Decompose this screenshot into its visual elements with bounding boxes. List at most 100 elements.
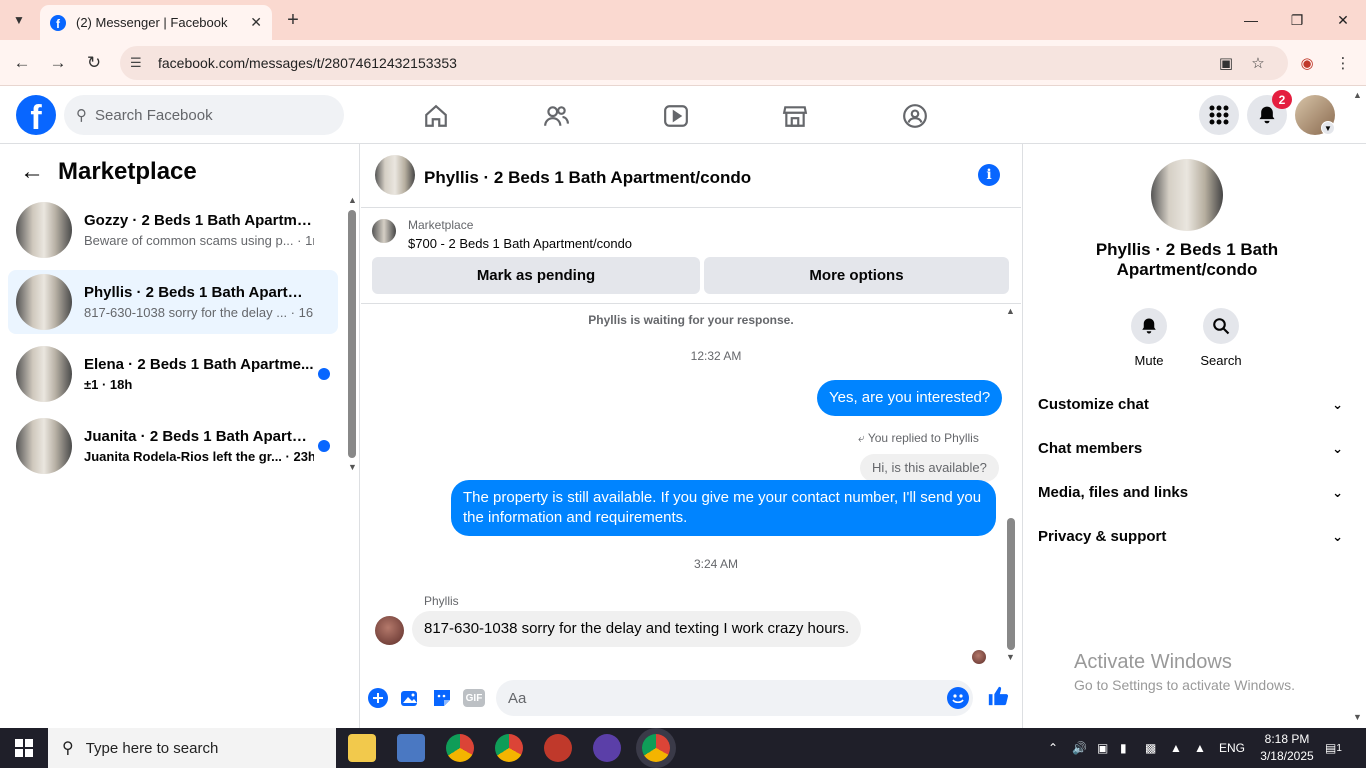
marketplace-icon[interactable] [780, 101, 810, 131]
battery-icon[interactable]: ▮ [1120, 728, 1127, 768]
windows-start-icon[interactable] [0, 728, 48, 768]
quoted-message[interactable]: Hi, is this available? [860, 454, 999, 482]
window-close-icon[interactable]: ✕ [1320, 0, 1366, 40]
list-item[interactable]: Elena · 2 Beds 1 Bath Apartme... ±1 · 18… [8, 342, 338, 406]
scroll-up-arrow-icon[interactable]: ▲ [348, 195, 357, 205]
taskbar-search-input[interactable]: ⚲ Type here to search [48, 728, 336, 768]
window-restore-icon[interactable]: ❐ [1274, 0, 1320, 40]
site-settings-icon[interactable]: ☰ [130, 55, 148, 71]
network-icon[interactable]: ▩ [1145, 728, 1156, 768]
more-options-button[interactable]: More options [704, 257, 1009, 294]
media-files-links-section[interactable]: Media, files and links ⌄ [1038, 484, 1343, 501]
home-icon[interactable] [421, 101, 451, 131]
wifi-icon[interactable]: ▲ [1194, 728, 1206, 768]
sticker-icon[interactable] [431, 687, 453, 709]
marketplace-header: ← Marketplace [20, 158, 197, 186]
profile-avatar[interactable] [1151, 159, 1223, 231]
conversation-preview: Beware of common scams using p... · 1m [84, 233, 314, 248]
gif-icon[interactable]: GIF [463, 689, 485, 707]
app-window-icon[interactable] [397, 734, 425, 762]
ptu-app-icon[interactable] [593, 734, 621, 762]
privacy-support-section[interactable]: Privacy & support ⌄ [1038, 528, 1343, 545]
action-center-icon[interactable]: ▤ 1 [1325, 728, 1342, 768]
search-conversation-button[interactable]: Search [1191, 308, 1251, 368]
chrome-active-icon[interactable] [642, 734, 670, 762]
sender-avatar[interactable] [375, 616, 404, 645]
outgoing-message[interactable]: The property is still available. If you … [451, 480, 996, 536]
bookmark-star-icon[interactable]: ☆ [1247, 52, 1269, 74]
search-icon [1203, 308, 1239, 344]
account-chevron-down-icon[interactable]: ▼ [1321, 121, 1335, 135]
page-scroll-up-arrow-icon[interactable]: ▲ [1353, 90, 1362, 100]
language-indicator[interactable]: ENG [1219, 728, 1245, 768]
customize-chat-section[interactable]: Customize chat ⌄ [1038, 396, 1343, 413]
message-input[interactable]: Aa [496, 680, 973, 716]
camera-icon[interactable]: ▣ [1097, 728, 1108, 768]
bell-icon [1131, 308, 1167, 344]
chat-members-section[interactable]: Chat members ⌄ [1038, 440, 1343, 457]
photo-icon[interactable] [399, 687, 421, 709]
mute-button[interactable]: Mute [1119, 308, 1179, 368]
facebook-logo-icon[interactable]: f [16, 95, 56, 135]
groups-icon[interactable] [900, 101, 930, 131]
title-line: Apartment/condo [1116, 260, 1258, 279]
profile-icon[interactable]: ◉ [1296, 52, 1318, 74]
page-scroll-down-arrow-icon[interactable]: ▼ [1353, 712, 1362, 722]
window-minimize-icon[interactable]: — [1228, 0, 1274, 40]
list-item[interactable]: Juanita · 2 Beds 1 Bath Apartm... Juanit… [8, 414, 338, 478]
tab-close-icon[interactable]: ✕ [250, 14, 262, 31]
tab-search-chevron-icon[interactable]: ▼ [6, 8, 32, 32]
taskbar-clock[interactable]: 8:18 PM 3/18/2025 [1257, 731, 1317, 765]
watermark-title: Activate Windows [1074, 651, 1232, 673]
mute-label: Mute [1134, 353, 1164, 368]
section-label: Chat members [1038, 440, 1143, 457]
browser-tab-messenger[interactable]: f (2) Messenger | Facebook ✕ [40, 5, 272, 40]
incoming-message[interactable]: 817-630-1038 sorry for the delay and tex… [412, 611, 862, 647]
listing-title[interactable]: $700 - 2 Beds 1 Bath Apartment/condo [408, 236, 632, 251]
conversation-preview: 817-630-1038 sorry for the delay ... · 1… [84, 305, 314, 320]
facebook-search-input[interactable]: ⚲ Search Facebook [64, 95, 344, 135]
emoji-icon[interactable] [947, 687, 969, 709]
add-plus-icon[interactable] [367, 687, 389, 709]
volume-icon[interactable]: 🔊 [1072, 728, 1087, 768]
chevron-down-icon: ⌄ [1332, 440, 1343, 456]
chrome-profile-icon[interactable] [495, 734, 523, 762]
watch-video-icon[interactable] [661, 101, 691, 131]
paint-app-icon[interactable] [544, 734, 572, 762]
browser-menu-icon[interactable]: ⋮ [1332, 52, 1354, 74]
install-app-icon[interactable]: ▣ [1215, 52, 1237, 74]
watermark-subtitle: Go to Settings to activate Windows. [1074, 677, 1295, 693]
seen-avatar [972, 650, 986, 664]
forward-arrow-icon[interactable]: → [46, 51, 70, 75]
back-arrow-icon[interactable]: ← [20, 158, 44, 186]
scrollbar-thumb[interactable] [1007, 518, 1015, 650]
tab-title: (2) Messenger | Facebook [76, 15, 228, 30]
conversation-name: Gozzy · 2 Beds 1 Bath Apartmen... [84, 212, 314, 229]
list-item[interactable]: Gozzy · 2 Beds 1 Bath Apartmen... Beware… [8, 198, 338, 262]
list-item[interactable]: Phyllis · 2 Beds 1 Bath Apartmen... 817-… [8, 270, 338, 334]
conversation-scrollbar[interactable]: ▲ ▼ [348, 195, 357, 472]
friends-icon[interactable] [541, 101, 571, 131]
taskbar-search-placeholder: Type here to search [85, 739, 219, 757]
menu-grid-icon[interactable] [1199, 95, 1239, 135]
scroll-down-arrow-icon[interactable]: ▼ [1006, 652, 1015, 662]
scroll-down-arrow-icon[interactable]: ▼ [348, 462, 357, 472]
chat-title[interactable]: Phyllis · 2 Beds 1 Bath Apartment/condo [424, 168, 751, 188]
message-line: the information and requirements. [463, 509, 688, 526]
outgoing-message[interactable]: Yes, are you interested? [817, 380, 1003, 416]
new-tab-plus-icon[interactable]: + [282, 8, 304, 32]
address-bar[interactable]: ☰ facebook.com/messages/t/28074612432153… [120, 46, 1288, 80]
file-explorer-icon[interactable] [348, 734, 376, 762]
reload-icon[interactable]: ↻ [82, 51, 106, 75]
thumbs-up-icon[interactable] [987, 685, 1009, 707]
scrollbar-thumb[interactable] [348, 210, 356, 458]
info-icon[interactable]: i [978, 164, 1000, 186]
back-arrow-icon[interactable]: ← [10, 51, 34, 75]
wifi-off-icon[interactable]: ▲ [1170, 728, 1182, 768]
mark-as-pending-button[interactable]: Mark as pending [372, 257, 700, 294]
chrome-icon[interactable] [446, 734, 474, 762]
chat-scrollbar[interactable]: ▲ ▼ [1006, 306, 1016, 662]
chat-avatar[interactable] [375, 155, 415, 195]
tray-chevron-up-icon[interactable]: ⌃ [1048, 728, 1058, 768]
scroll-up-arrow-icon[interactable]: ▲ [1006, 306, 1015, 316]
